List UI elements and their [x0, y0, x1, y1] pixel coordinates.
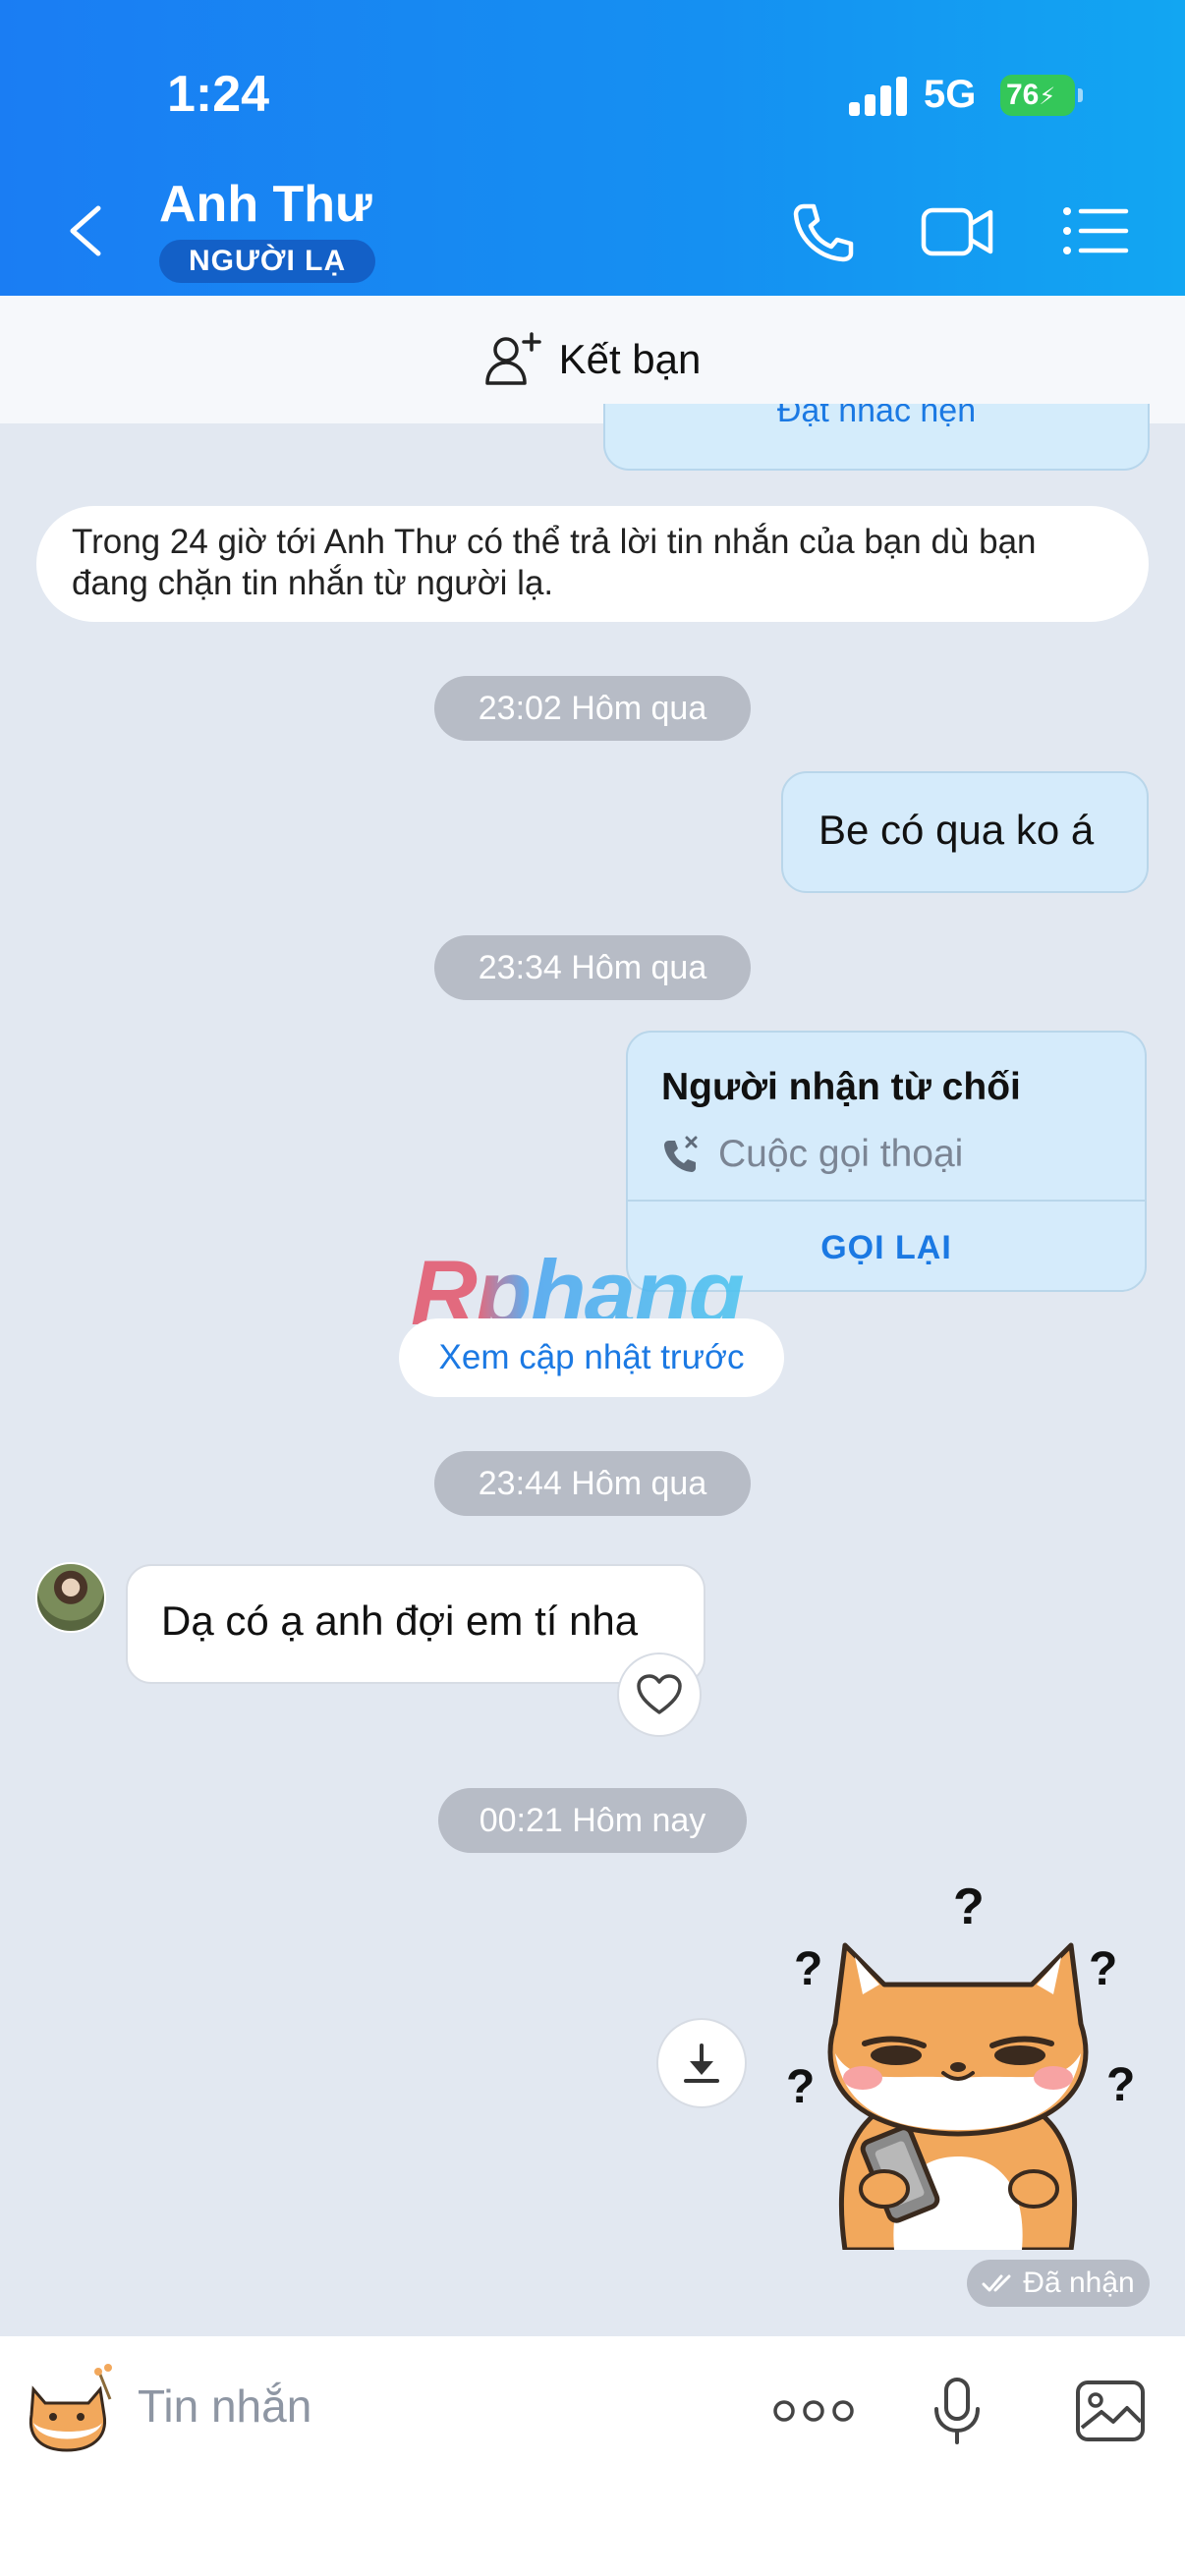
chat-header: 1:24 5G 76⚡ Anh Thư NGƯỜI LẠ	[0, 0, 1185, 296]
add-friend-icon	[484, 332, 541, 385]
set-reminder-button[interactable]: Đặt nhắc hẹn	[603, 404, 1150, 471]
message-text: Be có qua ko á	[818, 807, 1095, 853]
timestamp-pill: 00:21 Hôm nay	[438, 1788, 747, 1853]
image-icon	[1076, 2380, 1145, 2441]
sticker-icon[interactable]	[20, 2360, 118, 2458]
network-type: 5G	[924, 73, 977, 116]
message-input-bar: Tin nhắn	[0, 2336, 1185, 2576]
svg-text:?: ?	[1106, 2059, 1135, 2111]
phone-icon	[793, 203, 854, 262]
timestamp-pill: 23:02 Hôm qua	[434, 676, 751, 741]
timestamp-pill: 23:44 Hôm qua	[434, 1451, 751, 1516]
video-call-icon	[921, 207, 993, 256]
video-call-button[interactable]	[918, 196, 996, 265]
svg-text:?: ?	[794, 1943, 822, 1995]
svg-text:?: ?	[786, 2061, 815, 2113]
call-type: Cuộc gọi thoại	[661, 1133, 963, 1176]
svg-text:?: ?	[1089, 1943, 1117, 1995]
react-heart-button[interactable]	[617, 1652, 702, 1737]
send-image-button[interactable]	[1071, 2372, 1150, 2450]
contact-name[interactable]: Anh Thư	[159, 175, 372, 234]
list-menu-icon	[1063, 207, 1129, 254]
double-check-icon	[982, 2274, 1011, 2292]
message-text: Dạ có ạ anh đợi em tí nha	[161, 1597, 639, 1644]
voice-call-button[interactable]	[782, 196, 861, 265]
view-previous-updates-button[interactable]: Xem cập nhật trước	[399, 1318, 784, 1397]
incoming-message[interactable]: Dạ có ạ anh đợi em tí nha	[126, 1564, 705, 1684]
add-friend-label: Kết bạn	[558, 336, 702, 382]
delivery-status-label: Đã nhận	[1023, 2267, 1135, 2299]
download-sticker-button[interactable]	[656, 2018, 747, 2108]
heart-icon	[637, 1674, 682, 1714]
stranger-badge: NGƯỜI LẠ	[159, 240, 376, 283]
outgoing-message[interactable]: Be có qua ko á	[781, 771, 1149, 893]
more-icon	[773, 2400, 854, 2422]
back-chevron-icon	[70, 205, 101, 256]
status-time: 1:24	[167, 66, 270, 123]
missed-call-icon	[664, 1136, 698, 1172]
voice-message-button[interactable]	[928, 2372, 987, 2450]
set-reminder-label: Đặt nhắc hẹn	[776, 404, 977, 429]
back-button[interactable]	[59, 196, 114, 265]
contact-avatar[interactable]	[35, 1562, 106, 1633]
delivery-status: Đã nhận	[967, 2260, 1150, 2307]
shiba-sticker[interactable]: ? ? ? ? ?	[776, 1876, 1150, 2250]
timestamp-pill: 23:34 Hôm qua	[434, 935, 751, 1000]
svg-text:?: ?	[953, 1878, 985, 1935]
stranger-notice: Trong 24 giờ tới Anh Thư có thể trả lời …	[36, 506, 1149, 622]
battery-indicator: 76⚡	[1000, 75, 1083, 116]
call-status-title: Người nhận từ chối	[661, 1066, 1021, 1108]
more-options-button[interactable]	[770, 2372, 857, 2450]
microphone-icon	[934, 2378, 980, 2444]
message-input[interactable]: Tin nhắn	[138, 2380, 311, 2433]
call-type-label: Cuộc gọi thoại	[718, 1133, 964, 1175]
menu-button[interactable]	[1057, 196, 1136, 265]
download-icon	[684, 2044, 719, 2083]
signal-icon	[849, 77, 908, 116]
